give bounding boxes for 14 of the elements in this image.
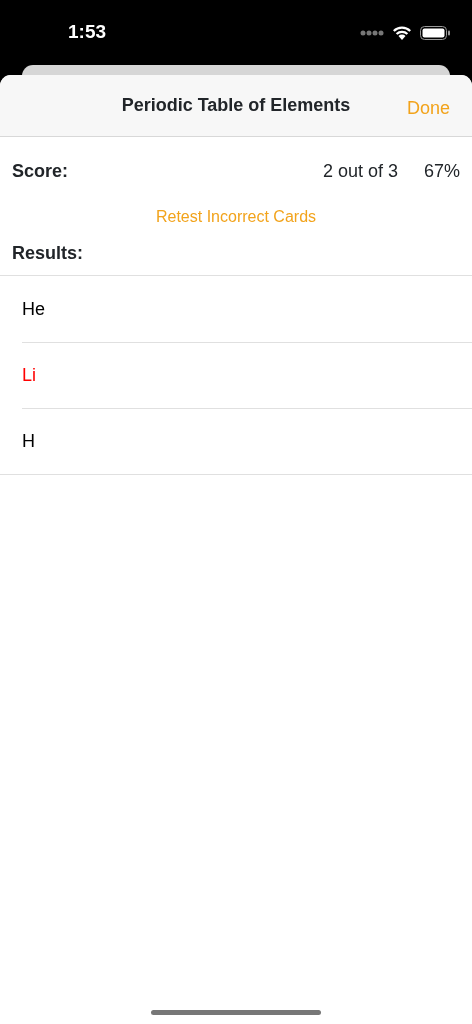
status-time: 1:53: [68, 20, 107, 45]
results-label: Results:: [12, 242, 83, 265]
wifi-icon: [392, 25, 412, 40]
retest-link[interactable]: Retest Incorrect Cards: [155, 205, 317, 229]
battery-icon: [420, 25, 450, 40]
done-button[interactable]: Done: [406, 95, 450, 122]
result-item: He: [22, 297, 45, 321]
score-count: 2 out of 3: [322, 159, 398, 183]
score-label: Score:: [12, 159, 69, 183]
signal-icon: [360, 29, 384, 36]
result-item: H: [22, 430, 35, 453]
result-item: Li: [22, 364, 36, 387]
score-percent: 67%: [423, 159, 460, 183]
sheet-title: Periodic Table of Elements: [121, 94, 351, 117]
